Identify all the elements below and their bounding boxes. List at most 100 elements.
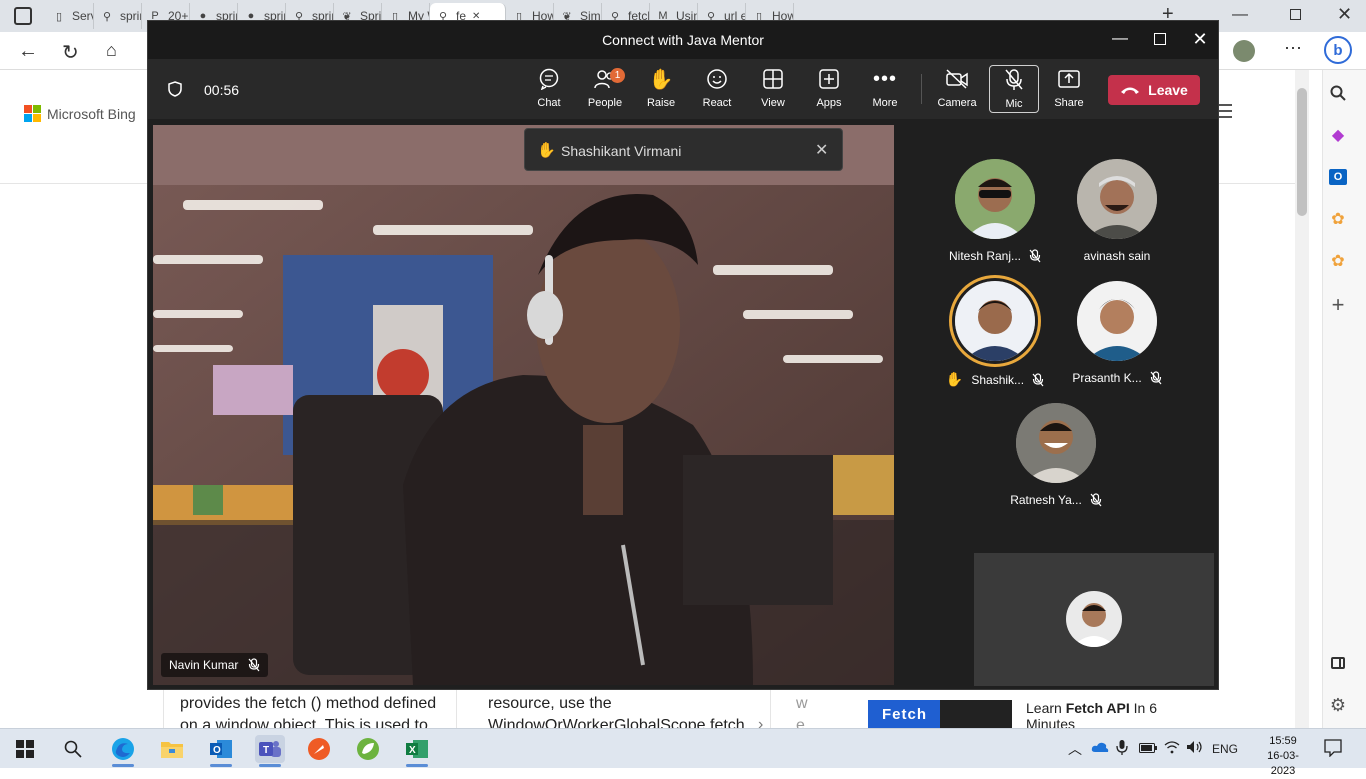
show-hidden-icons-chevron[interactable]: ︿ — [1068, 739, 1082, 759]
browser-tab-label: Service — [72, 9, 93, 23]
participant-name: Ratnesh Ya... — [1010, 493, 1082, 507]
grid-view-icon — [761, 67, 785, 91]
volume-icon[interactable] — [1186, 740, 1204, 757]
sidebar-settings-icon[interactable]: ⚙ — [1327, 694, 1349, 716]
sidebar-office-icon[interactable]: ◆ — [1327, 124, 1349, 146]
chat-button[interactable]: Chat — [524, 67, 574, 113]
video-name-tag: Navin Kumar — [161, 653, 269, 677]
mic-muted-icon — [1090, 493, 1102, 507]
windows-taskbar: O T X ︿ ENG 15:59 16-03-2023 — [0, 728, 1366, 777]
browser-tab[interactable]: ⚲ spring — [94, 3, 142, 29]
mic-button[interactable]: Mic — [989, 65, 1039, 113]
view-button[interactable]: View — [748, 67, 798, 113]
dismiss-toast-button[interactable]: ✕ — [815, 140, 828, 160]
mic-muted-icon — [1032, 372, 1044, 386]
raised-hand-icon: ✋ — [537, 142, 556, 159]
participant-tile-shashikant[interactable]: ✋ Shashik... — [934, 281, 1056, 388]
meeting-title: Connect with Java Mentor — [602, 32, 764, 48]
spring-tool-suite-icon[interactable] — [353, 735, 383, 763]
avatar — [1016, 403, 1096, 483]
avatar — [955, 159, 1035, 239]
page-icon: ▯ — [55, 10, 63, 23]
teams-close-button[interactable]: ✕ — [1190, 29, 1210, 49]
wifi-icon[interactable] — [1164, 740, 1180, 757]
clock-time: 15:59 — [1269, 735, 1297, 747]
mic-label: Mic — [1005, 98, 1023, 110]
bing-logo[interactable]: Microsoft Bing — [24, 105, 136, 122]
raise-label: Raise — [646, 97, 676, 109]
self-view-tile[interactable] — [974, 553, 1214, 686]
excel-icon[interactable]: X — [402, 735, 432, 767]
system-clock[interactable]: 15:59 16-03-2023 — [1258, 734, 1308, 779]
more-button[interactable]: ••• More — [860, 67, 910, 113]
scrollbar-thumb[interactable] — [1297, 88, 1307, 216]
browser-tab[interactable]: ▯ Service — [46, 3, 94, 29]
toolbar-separator — [921, 74, 922, 104]
home-icon[interactable]: ⌂ — [106, 40, 117, 61]
sidebar-tools-icon[interactable]: ✿ — [1327, 250, 1349, 272]
share-screen-icon — [1057, 67, 1081, 91]
people-label: People — [587, 97, 623, 109]
teams-meeting-window: Connect with Java Mentor — ✕ 00:56 Chat … — [147, 20, 1219, 690]
video-thumbnail[interactable]: Fetch — [868, 700, 1012, 728]
shield-icon[interactable] — [168, 81, 182, 102]
video-title[interactable]: Learn Fetch API In 6 Minutes — [1026, 700, 1157, 728]
teams-maximize-button[interactable] — [1150, 29, 1170, 49]
browser-close-button[interactable]: ✕ — [1337, 4, 1352, 25]
more-dots-icon: ••• — [873, 67, 898, 90]
outlook-icon[interactable]: O — [206, 735, 236, 767]
notifications-icon[interactable] — [1324, 739, 1342, 760]
profile-avatar[interactable] — [1233, 40, 1255, 62]
raised-hand-icon: ✋ — [945, 371, 964, 387]
raise-hand-button[interactable]: ✋ Raise — [636, 67, 686, 113]
react-button[interactable]: React — [692, 67, 742, 113]
search-icon[interactable] — [58, 735, 88, 763]
participant-tile-nitesh[interactable]: Nitesh Ranj... — [934, 159, 1056, 263]
camera-label: Camera — [937, 97, 977, 109]
mic-off-icon — [1002, 68, 1026, 92]
react-label: React — [702, 97, 732, 109]
video-title-bold: Fetch API — [1065, 700, 1130, 716]
bing-chat-icon[interactable]: b — [1324, 36, 1352, 64]
more-options-icon[interactable]: ⋯ — [1284, 38, 1302, 59]
card3-line2: e — [796, 717, 805, 728]
leave-label: Leave — [1148, 82, 1188, 98]
sidebar-add-icon[interactable]: + — [1327, 292, 1349, 317]
tab-actions-icon[interactable] — [14, 7, 32, 25]
windows-start-icon[interactable] — [10, 735, 40, 763]
microsoft-logo-icon — [24, 105, 41, 122]
back-icon[interactable]: ← — [18, 40, 38, 63]
participant-tile-avinash[interactable]: avinash sain — [1056, 159, 1178, 263]
edge-browser-icon[interactable] — [108, 735, 138, 767]
main-video-feed[interactable]: Navin Kumar — [153, 125, 894, 685]
participant-tile-prasanth[interactable]: Prasanth K... — [1056, 281, 1178, 385]
meeting-toolbar: 00:56 Chat People 1 ✋ Raise React View A… — [148, 59, 1218, 119]
video-title-pre: Learn — [1026, 700, 1066, 716]
video-title-line2: Minutes — [1026, 716, 1076, 728]
teams-minimize-button[interactable]: — — [1110, 29, 1130, 49]
chat-label: Chat — [537, 97, 561, 109]
sidebar-games-icon[interactable]: ✿ — [1327, 208, 1349, 230]
smiley-icon — [705, 67, 729, 91]
carousel-next-button[interactable]: › — [758, 716, 782, 728]
camera-button[interactable]: Camera — [932, 67, 982, 113]
participant-tile-ratnesh[interactable]: Ratnesh Ya... — [995, 403, 1117, 507]
onedrive-icon[interactable] — [1091, 741, 1109, 756]
browser-minimize-button[interactable]: — — [1232, 6, 1248, 24]
refresh-icon[interactable]: ↻ — [62, 40, 79, 65]
browser-restore-button[interactable] — [1290, 9, 1301, 20]
postman-icon[interactable] — [304, 735, 334, 763]
file-explorer-icon[interactable] — [157, 735, 187, 763]
leave-button[interactable]: Leave — [1108, 75, 1200, 105]
sidebar-search-icon[interactable] — [1327, 82, 1349, 104]
svg-text:O: O — [213, 745, 221, 756]
sidebar-split-icon[interactable] — [1327, 652, 1349, 674]
video-frame-image — [153, 125, 894, 685]
teams-icon[interactable]: T — [255, 735, 285, 767]
battery-icon[interactable] — [1139, 742, 1157, 756]
microphone-icon[interactable] — [1116, 739, 1128, 758]
sidebar-outlook-icon[interactable]: O — [1327, 166, 1349, 188]
share-button[interactable]: Share — [1044, 67, 1094, 113]
apps-button[interactable]: Apps — [804, 67, 854, 113]
language-indicator[interactable]: ENG — [1212, 742, 1238, 756]
